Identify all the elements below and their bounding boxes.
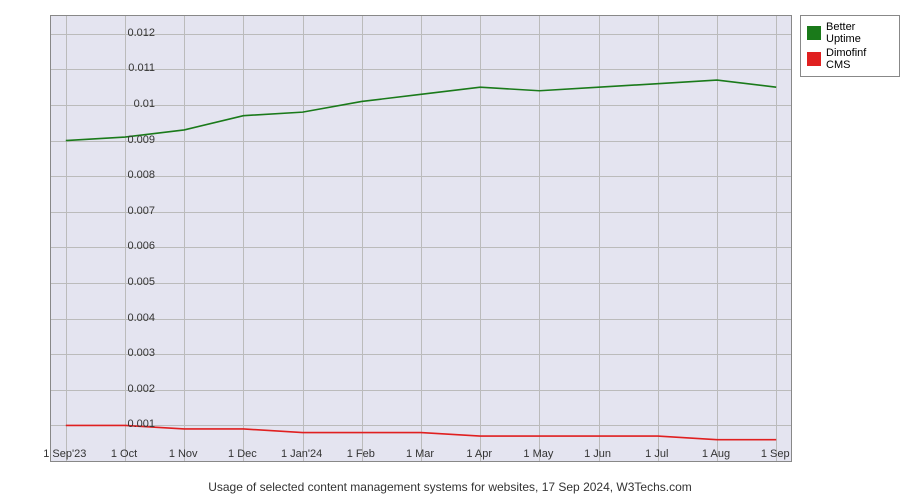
legend-label: Dimofinf CMS	[826, 47, 893, 71]
legend-swatch-icon	[807, 52, 821, 66]
x-tick-label: 1 Dec	[228, 448, 257, 460]
x-tick-label: 1 Sep'23	[43, 448, 86, 460]
y-tick-label: 0.009	[115, 134, 155, 146]
y-tick-label: 0.01	[115, 98, 155, 110]
y-tick-label: 0.008	[115, 169, 155, 181]
x-tick-label: 1 Nov	[169, 448, 198, 460]
x-tick-label: 1 Feb	[347, 448, 375, 460]
chart-plot-area	[50, 15, 792, 462]
x-tick-label: 1 Jul	[645, 448, 668, 460]
y-tick-label: 0.002	[115, 383, 155, 395]
legend-swatch-icon	[807, 26, 821, 40]
y-tick-label: 0.007	[115, 205, 155, 217]
x-tick-label: 1 Jan'24	[281, 448, 322, 460]
x-tick-label: 1 Jun	[584, 448, 611, 460]
y-tick-label: 0.003	[115, 347, 155, 359]
y-tick-label: 0.005	[115, 276, 155, 288]
x-tick-label: 1 Apr	[466, 448, 492, 460]
legend-item: Better Uptime	[807, 20, 893, 46]
legend-item: Dimofinf CMS	[807, 46, 893, 72]
series-line	[66, 425, 776, 439]
y-tick-label: 0.006	[115, 240, 155, 252]
legend: Better Uptime Dimofinf CMS	[800, 15, 900, 77]
x-tick-label: 1 Sep	[761, 448, 790, 460]
y-tick-label: 0.011	[115, 62, 155, 74]
y-tick-label: 0.012	[115, 27, 155, 39]
x-tick-label: 1 Mar	[406, 448, 434, 460]
x-tick-label: 1 Aug	[702, 448, 730, 460]
x-tick-label: 1 Oct	[111, 448, 137, 460]
y-tick-label: 0.004	[115, 312, 155, 324]
legend-label: Better Uptime	[826, 21, 893, 45]
x-tick-label: 1 May	[523, 448, 553, 460]
chart-caption: Usage of selected content management sys…	[0, 480, 900, 494]
y-tick-label: 0.001	[115, 418, 155, 430]
series-line	[66, 80, 776, 141]
